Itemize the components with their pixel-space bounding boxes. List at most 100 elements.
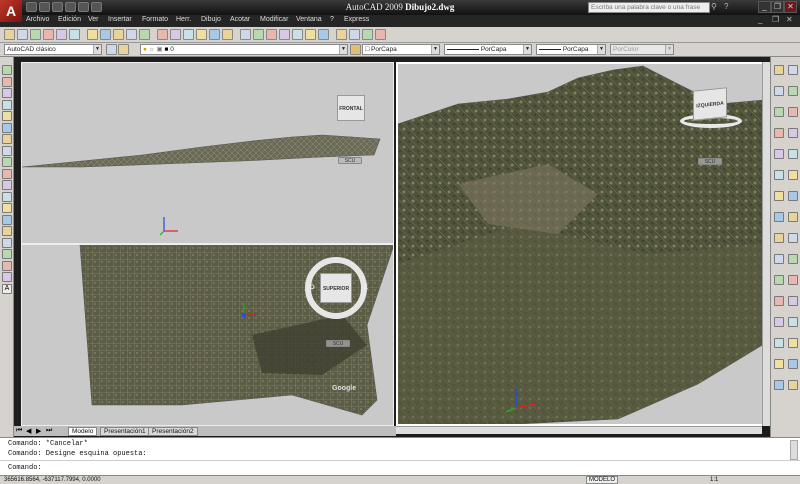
join-alt-icon[interactable] [788,317,798,327]
move-alt-icon[interactable] [788,170,798,180]
prev-tab-icon[interactable]: ◀ [26,427,31,435]
doc-minimize-icon[interactable]: _ [758,15,762,24]
blockeditor-icon[interactable] [139,29,150,40]
move-icon[interactable] [774,170,784,180]
menu-ver[interactable]: Ver [88,16,99,23]
undo-icon[interactable] [157,29,168,40]
sheetset-icon[interactable] [279,29,290,40]
vertical-scrollbar[interactable] [762,62,770,426]
coordinates-readout[interactable]: 365616.8564, -637117.7994, 0.0000 [4,477,101,483]
stretch-alt-icon[interactable] [788,233,798,243]
lineweight-select[interactable]: PorCapa ▼ [536,44,606,55]
spline-icon[interactable] [2,157,12,167]
polygon-icon[interactable] [2,99,12,110]
textstyle-icon[interactable] [336,29,347,40]
array-alt-icon[interactable] [788,149,798,159]
new-icon[interactable] [26,2,37,12]
viewcube[interactable]: SUPERIOR [320,273,352,303]
designcenter-icon[interactable] [253,29,264,40]
multiline-text-icon[interactable] [2,272,12,282]
doc-restore-icon[interactable]: ❐ [772,15,779,24]
plotstyle-select[interactable]: PorColor ▼ [610,44,674,55]
minimize-button[interactable]: _ [758,1,771,13]
make-current-layer-icon[interactable] [350,44,361,55]
rotate-alt-icon[interactable] [788,191,798,201]
viewport-front[interactable]: FRONTAL SCU [21,62,394,244]
redo-icon[interactable] [170,29,181,40]
close-button[interactable]: ✕ [784,1,797,13]
ellipse-arc-icon[interactable] [2,180,12,190]
first-tab-icon[interactable]: ⏮ [16,427,22,435]
workspace-select[interactable]: AutoCAD clásico ▼ [4,44,102,55]
hatch-icon[interactable] [2,226,12,236]
restore-button[interactable]: ❐ [771,1,784,13]
chamfer-alt-icon[interactable] [788,338,798,348]
menu-express[interactable]: Express [344,16,369,23]
extend-icon[interactable] [774,275,784,285]
redo-icon[interactable] [78,2,89,12]
arc-icon[interactable] [2,122,12,133]
stretch-icon[interactable] [774,233,784,243]
gradient-icon[interactable] [2,237,12,248]
offset-alt-icon[interactable] [788,128,798,138]
rectangle-icon[interactable] [2,111,12,121]
break-icon[interactable] [774,296,784,306]
insert-block-icon[interactable] [2,191,12,202]
viewcube[interactable]: FRONTAL [337,95,365,121]
explode-icon[interactable] [774,380,784,390]
trim-alt-icon[interactable] [788,254,798,264]
horizontal-scrollbar[interactable] [396,426,762,434]
last-tab-icon[interactable]: ⏭ [46,427,52,435]
fillet-alt-icon[interactable] [788,359,798,369]
properties-icon[interactable] [240,29,251,40]
menu-formato[interactable]: Formato [142,16,168,23]
open-icon[interactable] [39,2,50,12]
command-prompt[interactable]: Comando: [8,464,42,472]
viewport-top[interactable]: SUPERIOR O E SCU Google [21,244,394,426]
plot-icon[interactable] [43,29,54,40]
menu-edicion[interactable]: Edición [58,16,81,23]
revision-cloud-icon[interactable] [2,145,12,156]
scale-alt-icon[interactable] [788,212,798,222]
region-icon[interactable] [2,249,12,259]
polyline-icon[interactable] [2,88,12,98]
plot-icon[interactable] [91,2,102,12]
viewcube[interactable]: IZQUIERDA [693,87,727,121]
menu-herr[interactable]: Herr. [176,16,191,23]
mirror-icon[interactable] [774,107,784,117]
markup-icon[interactable] [292,29,303,40]
menu-insertar[interactable]: Insertar [108,16,132,23]
fillet-icon[interactable] [774,359,784,369]
paste-icon[interactable] [113,29,124,40]
erase-alt-icon[interactable] [788,65,798,75]
menu-ventana[interactable]: Ventana [296,16,322,23]
preview-icon[interactable] [56,29,67,40]
menu-archivo[interactable]: Archivo [26,16,49,23]
mirror-alt-icon[interactable] [788,107,798,117]
scale-icon[interactable] [774,212,784,222]
application-menu-button[interactable]: A [0,0,22,22]
zoom-window-icon[interactable] [209,29,220,40]
point-icon[interactable] [2,214,12,225]
layer-select[interactable]: ● ☼ ▣ ■ 0 ▼ [140,44,348,55]
table-icon[interactable] [2,260,12,271]
publish-icon[interactable] [69,29,80,40]
calc-icon[interactable] [305,29,316,40]
command-scrollbar[interactable] [790,440,798,460]
layer-properties-icon[interactable] [118,44,129,55]
construction-line-icon[interactable] [2,76,12,87]
pan-icon[interactable] [183,29,194,40]
dimstyle-icon[interactable] [349,29,360,40]
linetype-select[interactable]: PorCapa ▼ [444,44,532,55]
help-icon[interactable]: ? [724,2,734,12]
menu-acotar[interactable]: Acotar [230,16,250,23]
copy-alt-icon[interactable] [788,86,798,96]
binoculars-icon[interactable]: ⚲ [711,2,721,12]
array-icon[interactable] [774,149,784,159]
workspace-settings-icon[interactable] [106,44,117,55]
color-select[interactable]: □ PorCapa ▼ [362,44,440,55]
circle-icon[interactable] [2,134,12,144]
copy-icon[interactable] [100,29,111,40]
save-icon[interactable] [30,29,41,40]
wcs-menu[interactable]: SCU [338,157,362,164]
